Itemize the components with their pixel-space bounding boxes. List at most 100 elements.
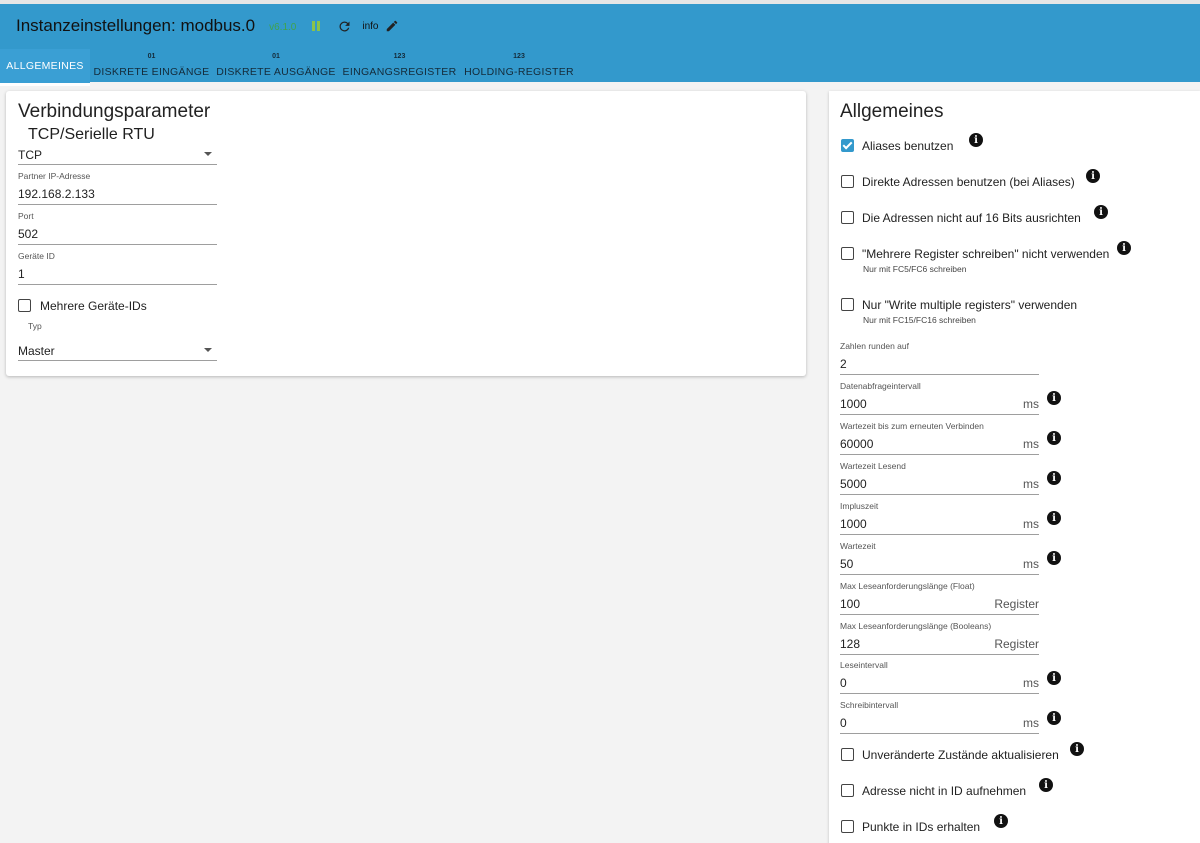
- reconnect-input[interactable]: 60000: [840, 437, 990, 451]
- mode-label: TCP/Serielle RTU: [28, 126, 155, 143]
- info-icon[interactable]: i: [1047, 471, 1061, 485]
- info-icon[interactable]: i: [1047, 671, 1061, 685]
- reconnect-label: Wartezeit bis zum erneuten Verbinden: [840, 421, 984, 431]
- connection-card: Verbindungsparameter TCP/Serielle RTU TC…: [6, 91, 806, 376]
- unit-register: Register: [994, 637, 1039, 651]
- tab-label: DISKRETE AUSGÄNGE: [216, 66, 336, 78]
- tab-label: HOLDING-REGISTER: [464, 66, 574, 78]
- no-align-16-checkbox[interactable]: [841, 211, 854, 224]
- ip-label: Partner IP-Adresse: [18, 171, 91, 181]
- poll-interval-label: Datenabfrageintervall: [840, 381, 921, 391]
- only-write-multiple-checkbox[interactable]: [841, 298, 854, 311]
- type-select[interactable]: Master: [18, 342, 217, 360]
- tab-bar: ALLGEMEINES 01 DISKRETE EINGÄNGE 01 DISK…: [0, 49, 578, 86]
- multi-ids-checkbox[interactable]: [18, 299, 31, 312]
- info-icon[interactable]: i: [1094, 205, 1108, 219]
- pulse-time-input[interactable]: 1000: [840, 517, 990, 531]
- pulse-time-label: Impluszeit: [840, 501, 879, 511]
- no-address-in-id-label: Adresse nicht in ID aufnehmen: [862, 784, 1027, 798]
- info-icon[interactable]: i: [1039, 778, 1053, 792]
- tab-label: ALLGEMEINES: [6, 60, 84, 72]
- numeric-icon: 123: [393, 53, 406, 60]
- keep-dots-label: Punkte in IDs erhalten: [862, 820, 981, 834]
- info-icon[interactable]: i: [1086, 169, 1100, 183]
- binary-icon: 01: [272, 53, 280, 60]
- unit-ms: ms: [1023, 716, 1039, 730]
- poll-interval-input[interactable]: 1000: [840, 397, 990, 411]
- device-id-input[interactable]: 1: [18, 267, 217, 281]
- refresh-icon[interactable]: [336, 18, 352, 34]
- connection-title: Verbindungsparameter: [18, 101, 211, 122]
- info-icon[interactable]: i: [1047, 511, 1061, 525]
- top-bar: Instanzeinstellungen: modbus.0 v6.1.0 in…: [0, 0, 1200, 86]
- pulse-time-underline: [840, 534, 1039, 535]
- info-icon[interactable]: i: [1117, 241, 1131, 255]
- wait-time-input[interactable]: 50: [840, 557, 990, 571]
- tab-label: DISKRETE EINGÄNGE: [93, 66, 210, 78]
- info-icon[interactable]: i: [969, 133, 983, 147]
- max-float-input[interactable]: 100: [840, 597, 970, 611]
- port-input[interactable]: 502: [18, 227, 217, 241]
- title-row: Instanzeinstellungen: modbus.0 v6.1.0 in…: [16, 14, 400, 38]
- max-bool-label: Max Leseanforderungslänge (Booleans): [840, 621, 992, 631]
- direct-addresses-checkbox[interactable]: [841, 175, 854, 188]
- unit-ms: ms: [1023, 437, 1039, 451]
- write-interval-underline: [840, 733, 1039, 734]
- info-icon[interactable]: i: [1047, 551, 1061, 565]
- read-interval-input[interactable]: 0: [840, 676, 990, 690]
- general-card: Allgemeines Aliases benutzen i Direkte A…: [829, 91, 1200, 843]
- info-label: info: [362, 20, 379, 32]
- tab-allgemeines[interactable]: ALLGEMEINES: [0, 49, 90, 86]
- tab-holding-register[interactable]: 123 HOLDING-REGISTER: [460, 49, 578, 86]
- type-label: Typ: [28, 321, 42, 331]
- ip-underline: [18, 204, 217, 205]
- read-interval-label: Leseintervall: [840, 660, 888, 670]
- max-bool-input[interactable]: 128: [840, 637, 970, 651]
- info-icon[interactable]: i: [1047, 431, 1061, 445]
- no-align-16-label: Die Adressen nicht auf 16 Bits ausrichte…: [862, 211, 1081, 225]
- device-id-underline: [18, 284, 217, 285]
- no-address-in-id-checkbox[interactable]: [841, 784, 854, 797]
- round-label: Zahlen runden auf: [840, 341, 909, 351]
- read-timeout-input[interactable]: 5000: [840, 477, 990, 491]
- type-underline: [18, 360, 217, 361]
- aliases-checkbox[interactable]: [841, 139, 854, 152]
- read-timeout-underline: [840, 494, 1039, 495]
- max-bool-underline: [840, 654, 1039, 655]
- mode-select[interactable]: TCP: [18, 146, 217, 164]
- unit-ms: ms: [1023, 676, 1039, 690]
- max-float-label: Max Leseanforderungslänge (Float): [840, 581, 975, 591]
- info-icon[interactable]: i: [994, 814, 1008, 828]
- version-badge: v6.1.0: [269, 21, 297, 33]
- no-multi-register-checkbox[interactable]: [841, 247, 854, 260]
- tab-diskrete-ausgaenge[interactable]: 01 DISKRETE AUSGÄNGE: [213, 49, 339, 86]
- multi-ids-label: Mehrere Geräte-IDs: [40, 299, 147, 313]
- port-underline: [18, 244, 217, 245]
- reconnect-underline: [840, 454, 1039, 455]
- tab-eingangsregister[interactable]: 123 EINGANGSREGISTER: [339, 49, 460, 86]
- no-multi-register-label: "Mehrere Register schreiben" nicht verwe…: [862, 247, 1110, 261]
- unit-ms: ms: [1023, 477, 1039, 491]
- pause-icon[interactable]: [308, 18, 324, 34]
- binary-icon: 01: [147, 53, 156, 60]
- round-input[interactable]: 2: [840, 357, 1039, 371]
- info-icon[interactable]: i: [1047, 391, 1061, 405]
- page-title: Instanzeinstellungen: modbus.0: [16, 16, 256, 35]
- update-unchanged-checkbox[interactable]: [841, 748, 854, 761]
- aliases-label: Aliases benutzen: [862, 139, 954, 153]
- edit-icon[interactable]: [384, 18, 400, 34]
- wait-time-underline: [840, 574, 1039, 575]
- port-label: Port: [18, 211, 34, 221]
- info-icon[interactable]: i: [1047, 711, 1061, 725]
- max-float-underline: [840, 614, 1039, 615]
- tab-diskrete-eingaenge[interactable]: 01 DISKRETE EINGÄNGE: [90, 49, 213, 86]
- unit-register: Register: [994, 597, 1039, 611]
- only-write-multiple-label: Nur "Write multiple registers" verwenden: [862, 298, 1078, 312]
- keep-dots-checkbox[interactable]: [841, 820, 854, 833]
- read-interval-underline: [840, 693, 1039, 694]
- write-interval-input[interactable]: 0: [840, 716, 990, 730]
- write-interval-label: Schreibintervall: [840, 700, 899, 710]
- info-icon[interactable]: i: [1070, 742, 1084, 756]
- ip-input[interactable]: 192.168.2.133: [18, 187, 217, 201]
- round-underline: [840, 374, 1039, 375]
